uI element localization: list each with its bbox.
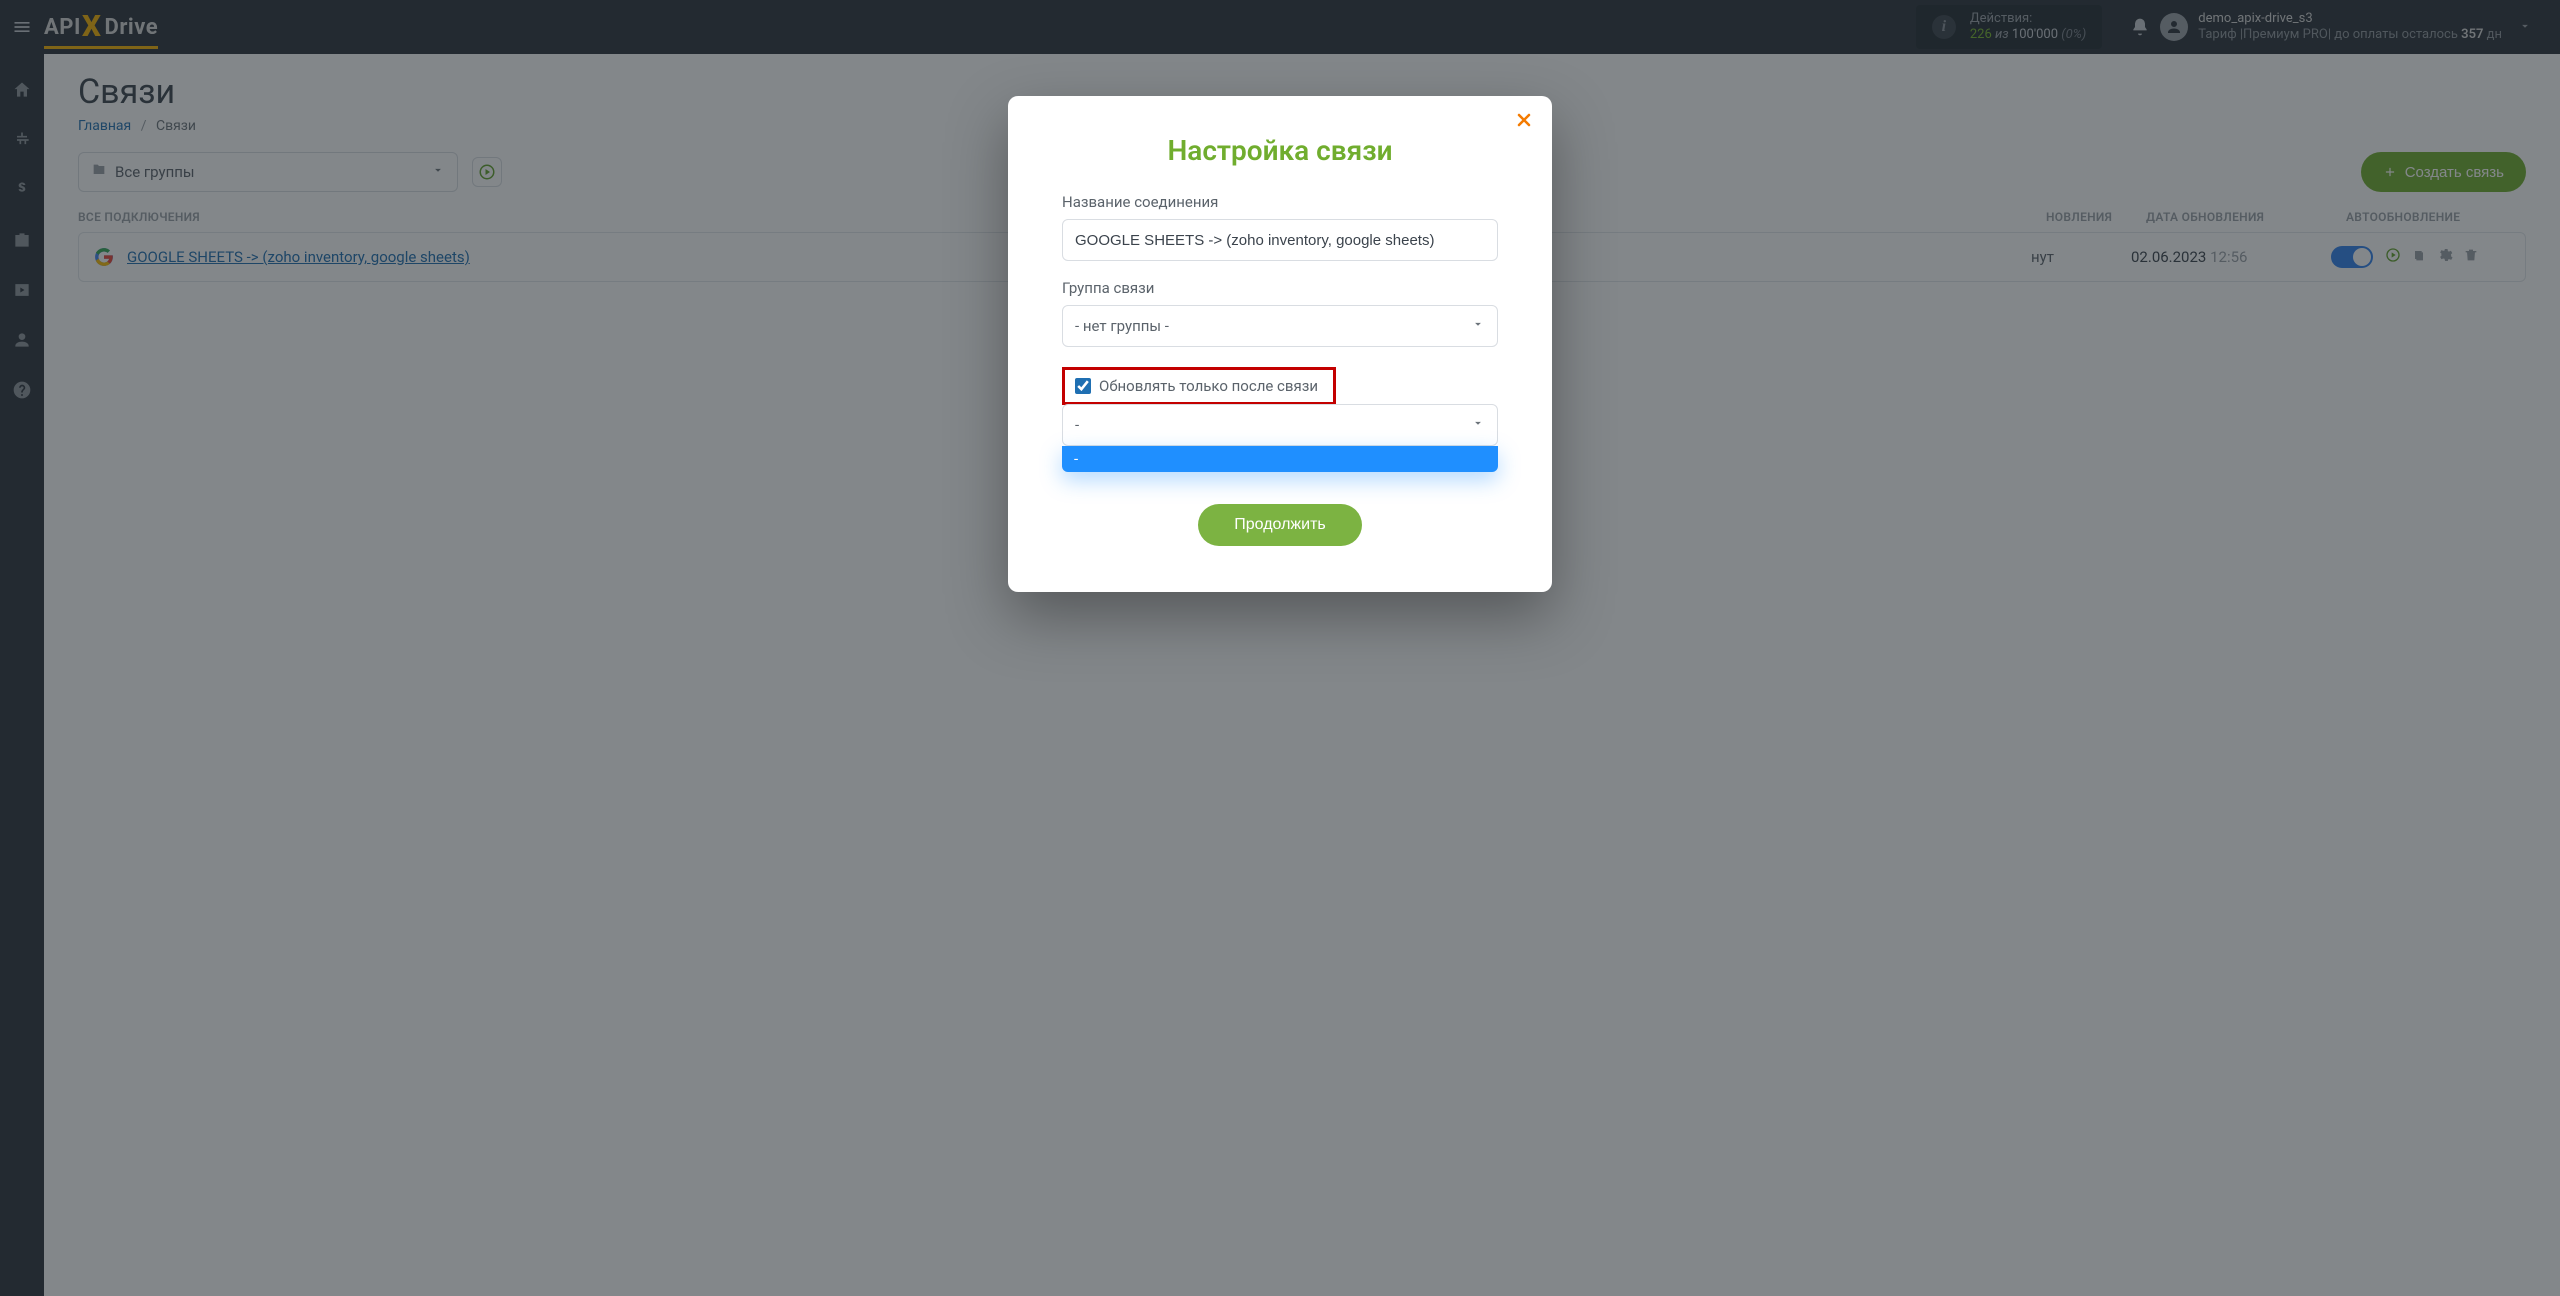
label-connection-name: Название соединения — [1062, 193, 1498, 211]
chevron-down-icon — [1471, 317, 1485, 335]
dropdown-option[interactable]: - — [1062, 446, 1498, 472]
continue-button[interactable]: Продолжить — [1198, 504, 1361, 546]
group-select[interactable]: - нет группы - — [1062, 305, 1498, 347]
connection-settings-modal: Настройка связи Название соединения Груп… — [1008, 96, 1552, 592]
update-after-checkbox-input[interactable] — [1075, 378, 1091, 394]
checkbox-label: Обновлять только после связи — [1099, 377, 1318, 395]
modal-title: Настройка связи — [1062, 134, 1498, 167]
update-after-checkbox[interactable]: Обновлять только после связи — [1062, 367, 1336, 405]
after-connection-select[interactable]: - — [1062, 404, 1498, 446]
label-group: Группа связи — [1062, 279, 1498, 297]
chevron-down-icon — [1471, 416, 1485, 434]
close-icon[interactable] — [1514, 110, 1534, 134]
group-select-value: - нет группы - — [1075, 317, 1169, 335]
after-select-value: - — [1075, 416, 1079, 434]
connection-name-input[interactable] — [1062, 219, 1498, 261]
modal-overlay[interactable]: Настройка связи Название соединения Груп… — [0, 0, 2560, 1296]
